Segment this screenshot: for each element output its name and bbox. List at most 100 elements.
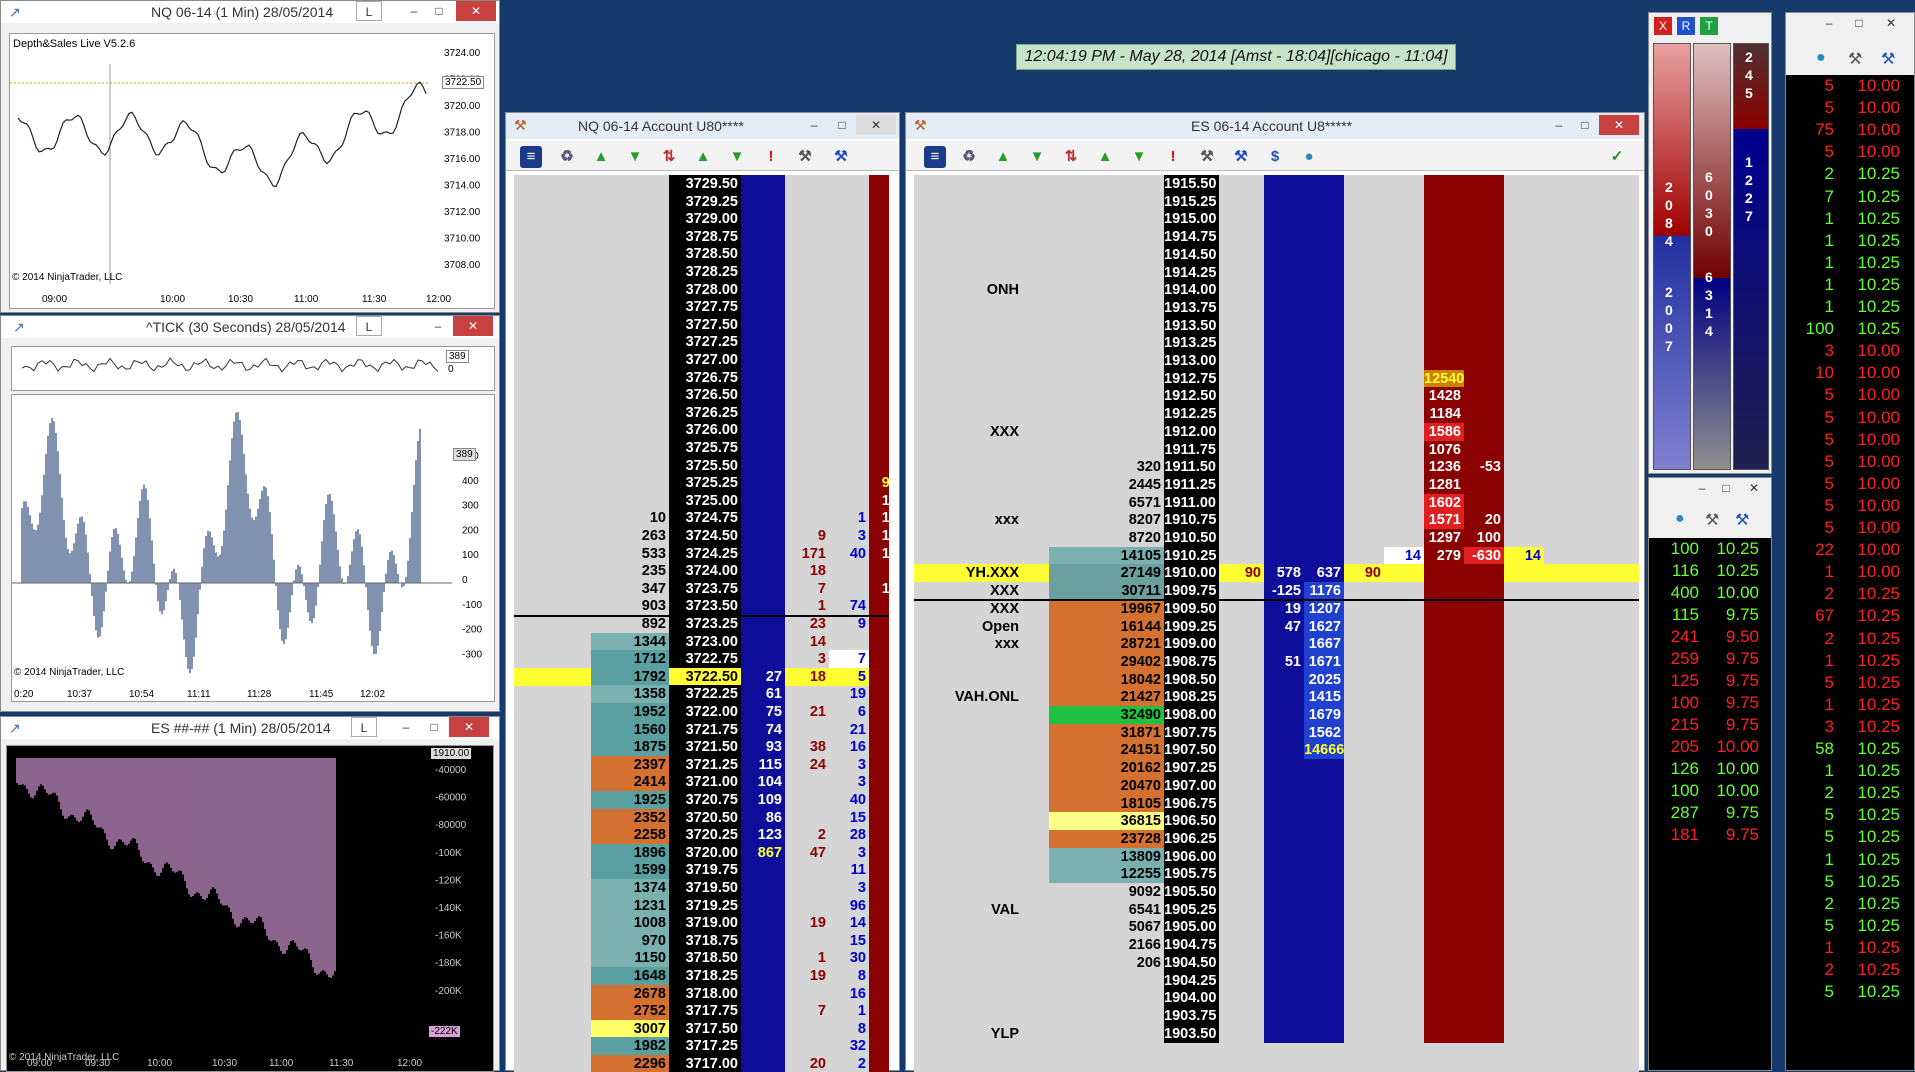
ask-size[interactable]: 1667 [1304, 635, 1344, 654]
price-cell[interactable]: 3727.25 [669, 333, 741, 352]
settings-wrench-icon[interactable]: ⚒ [830, 146, 852, 168]
sell-volume[interactable] [785, 316, 829, 334]
bid-volume[interactable]: 20470 [1049, 776, 1164, 795]
offer-size[interactable] [869, 280, 889, 299]
sell-volume[interactable]: 1 [785, 597, 829, 615]
bid-volume[interactable]: 28721 [1049, 635, 1164, 654]
buy-volume[interactable] [829, 245, 869, 263]
bid-size[interactable] [1264, 918, 1304, 937]
price-cell[interactable]: 3717.00 [669, 1055, 741, 1072]
buy-volume[interactable]: 3 [829, 756, 869, 774]
offer-size[interactable] [1424, 741, 1464, 760]
offer-size[interactable] [869, 967, 889, 985]
offer-size[interactable]: 109 [869, 544, 889, 563]
tools-icon[interactable]: ⚒ [794, 146, 816, 168]
offer-delta[interactable] [1464, 635, 1504, 654]
bid-size[interactable] [1264, 670, 1304, 689]
offer-delta[interactable] [1464, 1006, 1504, 1025]
buy-volume[interactable] [829, 421, 869, 439]
bid-size[interactable]: 51 [1264, 652, 1304, 671]
sell-volume[interactable] [785, 333, 829, 351]
buy-size[interactable] [1384, 989, 1424, 1007]
price-cell[interactable]: 3718.75 [669, 931, 741, 950]
price-cell[interactable]: 1907.25 [1164, 759, 1219, 778]
bid-size[interactable] [1264, 776, 1304, 795]
delta-volume[interactable] [591, 615, 669, 633]
delta-volume[interactable] [591, 562, 669, 580]
buy-volume[interactable] [829, 351, 869, 369]
buy-volume[interactable]: 28 [829, 826, 869, 844]
buy-volume[interactable]: 1 [829, 1002, 869, 1020]
buy-volume[interactable]: 7 [829, 650, 869, 669]
ask-size[interactable] [1304, 989, 1344, 1008]
offer-size[interactable] [1424, 971, 1464, 990]
bid-volume[interactable] [1049, 175, 1164, 193]
offer-size[interactable]: 85 [869, 597, 889, 616]
price-cell[interactable]: 3719.00 [669, 914, 741, 933]
level-label[interactable] [914, 529, 1019, 547]
bid-size[interactable] [1264, 369, 1304, 388]
ask-size[interactable]: 93 [741, 738, 785, 757]
ask-size[interactable] [741, 632, 785, 651]
buy-size[interactable] [1384, 529, 1424, 547]
sell-volume[interactable]: 14 [785, 633, 829, 651]
price-cell[interactable]: 3727.75 [669, 298, 741, 317]
bid-size[interactable]: 47 [1264, 617, 1304, 636]
sell-volume[interactable]: 21 [785, 703, 829, 721]
ask-size[interactable] [741, 879, 785, 897]
delta-volume[interactable]: 1925 [591, 791, 669, 809]
ask-size[interactable] [741, 315, 785, 334]
price-cell[interactable]: 3729.25 [669, 192, 741, 211]
buy-size[interactable] [1384, 883, 1424, 901]
level-label[interactable] [914, 246, 1019, 264]
bid-size[interactable] [1264, 475, 1304, 494]
buy-volume[interactable] [829, 298, 869, 316]
ask-size[interactable] [1304, 228, 1344, 247]
offer-size[interactable]: 1281 [1424, 475, 1464, 494]
ask-size[interactable] [1304, 422, 1344, 441]
es-dom-titlebar[interactable]: ⚒ ES 06-14 Account U8***** – □ ✕ [906, 113, 1644, 139]
bid-volume[interactable]: 20162 [1049, 759, 1164, 778]
sell-volume[interactable] [785, 721, 829, 739]
ask-size[interactable] [1304, 334, 1344, 353]
level-label[interactable] [914, 441, 1019, 459]
delta-volume[interactable]: 1875 [591, 738, 669, 757]
delta-volume[interactable]: 1150 [591, 949, 669, 968]
ask-size[interactable]: 14666 [1304, 741, 1344, 760]
close-button[interactable]: ✕ [456, 1, 496, 21]
bid-volume[interactable] [1049, 352, 1164, 370]
offer-size[interactable] [1424, 953, 1464, 972]
price-cell[interactable]: 1905.75 [1164, 865, 1219, 884]
offer-size[interactable] [869, 826, 889, 845]
level-label[interactable] [914, 741, 1019, 759]
bid-size[interactable] [1264, 741, 1304, 760]
offer-size[interactable] [869, 1037, 889, 1056]
ask-size[interactable] [741, 914, 785, 933]
price-cell[interactable]: 3725.25 [669, 474, 741, 493]
price-cell[interactable]: 1908.75 [1164, 652, 1219, 671]
buy-size[interactable]: 14 [1384, 546, 1424, 565]
delta-volume[interactable] [591, 527, 669, 545]
bid-volume[interactable]: 8720 [1049, 529, 1164, 547]
ask-size[interactable] [741, 175, 785, 193]
center-icon[interactable]: ≡ [520, 146, 542, 168]
level-label[interactable]: YLP [914, 1025, 1019, 1043]
bid-volume[interactable]: 18105 [1049, 794, 1164, 813]
delta-volume[interactable] [591, 404, 669, 422]
offer-size[interactable] [1424, 210, 1464, 229]
price-cell[interactable]: 1911.25 [1164, 475, 1219, 494]
ask-size[interactable] [1304, 759, 1344, 778]
cancel-all-icon[interactable]: ♻ [958, 146, 980, 168]
bid-size[interactable] [1264, 529, 1304, 547]
ask-size[interactable] [741, 1002, 785, 1021]
price-cell[interactable]: 3720.75 [669, 791, 741, 809]
delta-volume[interactable] [591, 545, 669, 563]
price-cell[interactable]: 3729.50 [669, 175, 741, 193]
sell-volume[interactable]: 24 [785, 756, 829, 774]
offer-size[interactable]: 12540 [1424, 369, 1464, 388]
bid-volume[interactable]: 14105 [1049, 546, 1164, 565]
level-label[interactable] [914, 972, 1019, 990]
ask-size[interactable] [1304, 475, 1344, 494]
offer-size[interactable]: 93 [869, 562, 889, 581]
bid-size[interactable] [1264, 812, 1304, 831]
